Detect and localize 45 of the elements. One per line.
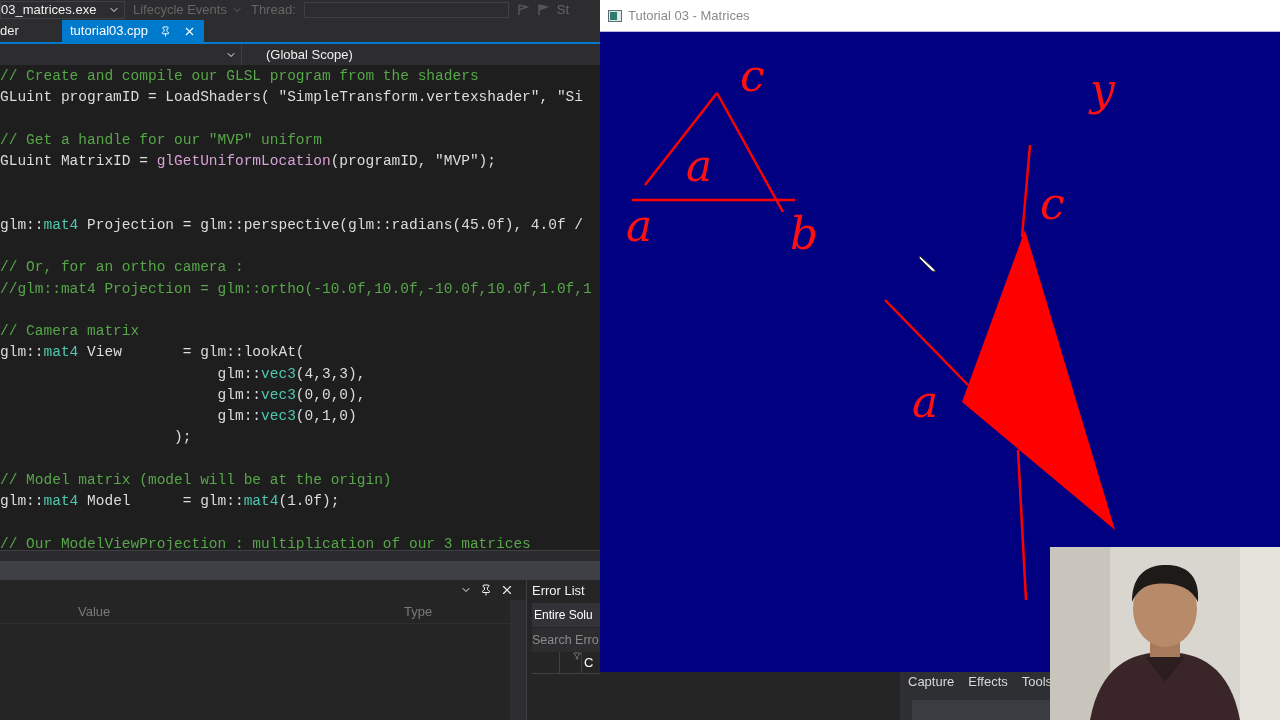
- scope-dropdown[interactable]: (Global Scope): [242, 44, 353, 65]
- thread-label: Thread:: [250, 1, 296, 20]
- code-line: glm::mat4 Model = glm::mat4(1.0f);: [0, 493, 340, 509]
- search-field[interactable]: Search Erro: [532, 628, 600, 652]
- code-line: // Get a handle for our "MVP" uniform: [0, 131, 322, 148]
- code-line: glm::vec3(0,0,0),: [216, 386, 366, 403]
- handwritten-label: b: [790, 212, 819, 256]
- editor-tab[interactable]: der: [0, 20, 62, 42]
- column-header[interactable]: C: [582, 652, 594, 673]
- code-line: glm::mat4 Projection = glm::perspective(glm::radians(45.0f), 4.0f /: [0, 216, 583, 233]
- handwritten-label: c: [740, 54, 765, 98]
- filter-icon[interactable]: [573, 652, 581, 660]
- code-line: // Or, for an ortho camera :: [0, 259, 244, 276]
- recorder-field[interactable]: [912, 700, 1050, 720]
- handwritten-label: a: [626, 204, 653, 248]
- pen-cursor-icon: [918, 254, 938, 274]
- code-line: GLuint programID = LoadShaders( "SimpleTransform.vertexshader", "Si: [0, 89, 583, 106]
- pin-icon[interactable]: [480, 584, 492, 596]
- flag-icon: [536, 4, 549, 16]
- code-line: );: [173, 429, 192, 446]
- code-line: //glm::mat4 Projection = glm::ortho(-10.0f,10.0f,-10.0f,10.0f,1.0f,1: [0, 280, 592, 297]
- flag-icon: [516, 4, 529, 16]
- window-title: Tutorial 03 - Matrices: [628, 6, 750, 25]
- app-icon: [608, 9, 622, 22]
- handwritten-label: a: [912, 380, 939, 424]
- code-line: // Our ModelViewProjection : multiplication of our 3 matrices: [0, 535, 531, 550]
- horizontal-scrollbar[interactable]: [0, 551, 600, 561]
- panel-title: Error List: [532, 582, 586, 601]
- code-line: // Create and compile our GLSL program from the shaders: [0, 68, 479, 84]
- code-line: GLuint MatrixID = glGetUniformLocation(programID, "MVP");: [0, 153, 496, 169]
- process-dropdown[interactable]: 03_matrices.exe: [0, 1, 125, 19]
- handwritten-label: a: [686, 144, 713, 188]
- menu-item[interactable]: Capture: [908, 672, 955, 692]
- code-line: // Model matrix (model will be at the origin): [0, 471, 392, 488]
- code-line: // Camera matrix: [0, 323, 140, 339]
- code-line: glm::vec3(0,1,0): [216, 408, 357, 424]
- scope-dropdown[interactable]: Entire Solu: [532, 603, 600, 627]
- vertical-scrollbar[interactable]: [510, 600, 526, 720]
- code-line: glm::vec3(4,3,3),: [216, 365, 366, 382]
- close-icon[interactable]: [500, 583, 514, 597]
- menu-item[interactable]: Effects: [968, 672, 1008, 692]
- handwritten-label: c: [1040, 182, 1065, 226]
- column-header[interactable]: Value: [78, 601, 404, 622]
- column-header[interactable]: Type: [404, 601, 433, 622]
- code-line: glm::mat4 View = glm::lookAt(: [0, 344, 305, 361]
